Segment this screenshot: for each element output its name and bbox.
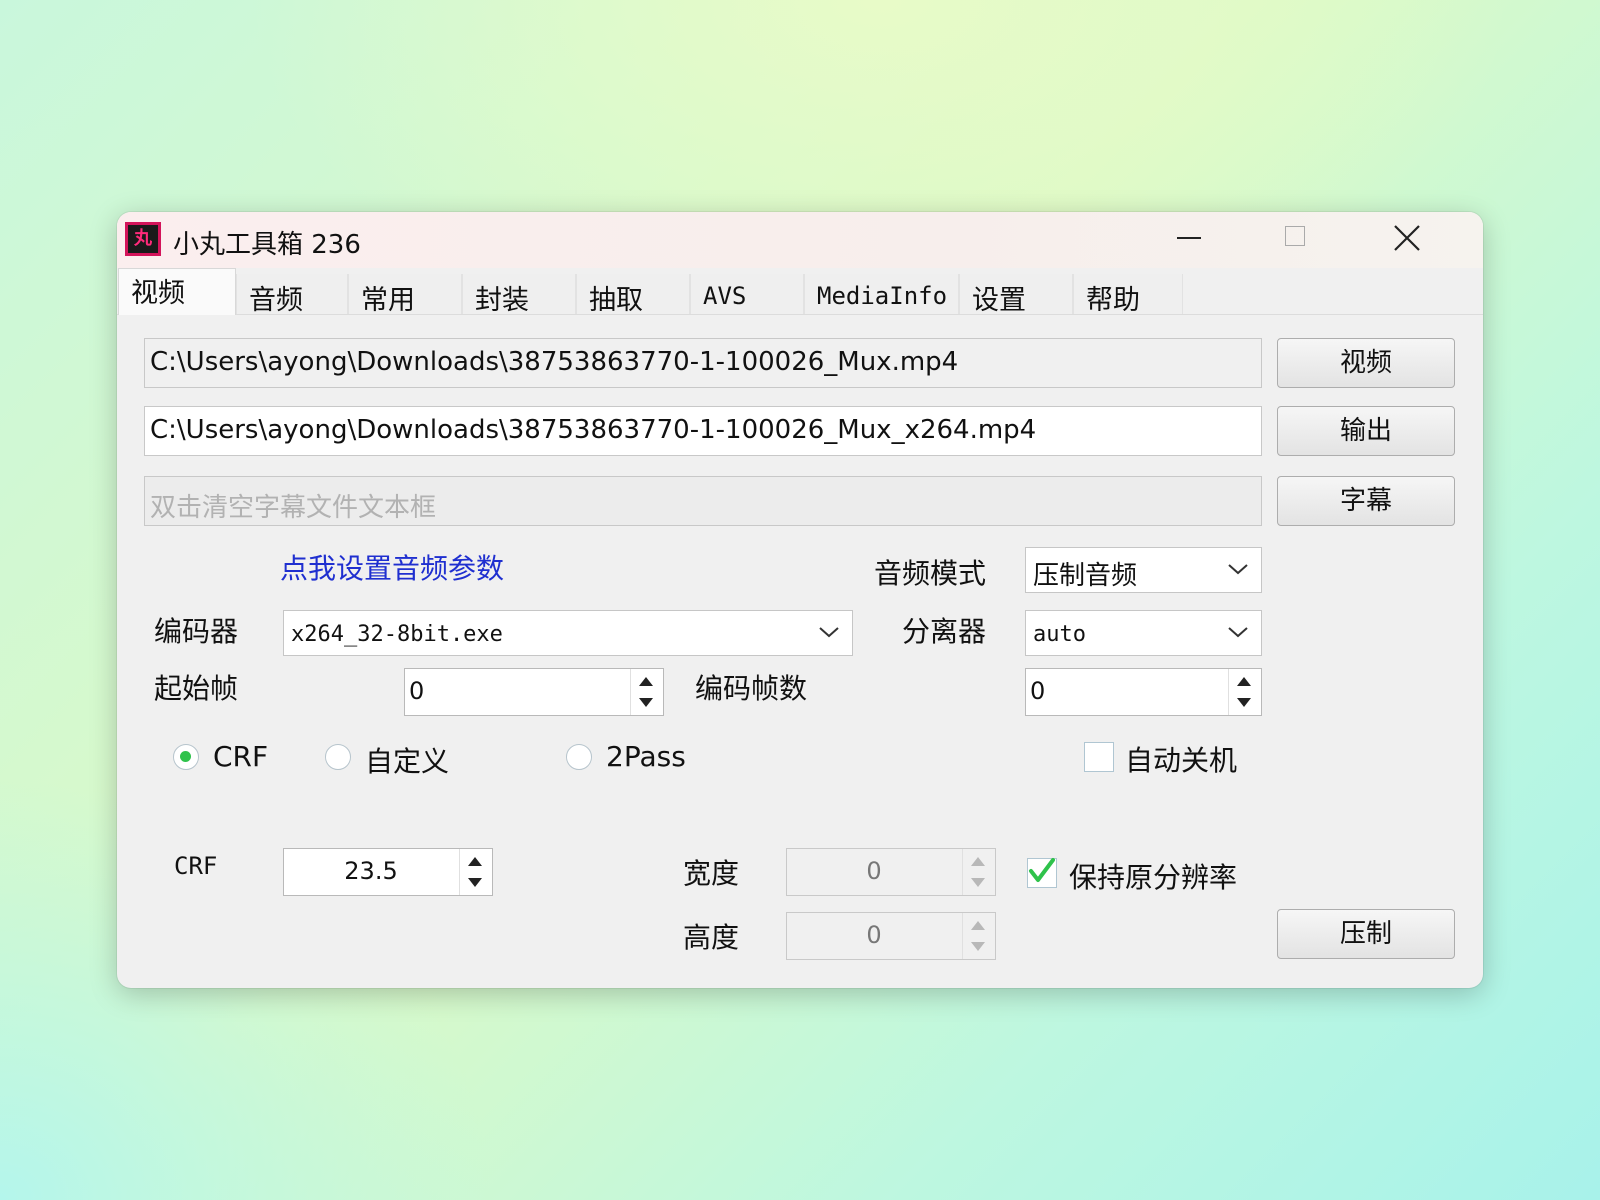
tab-audio[interactable]: 音频 <box>236 274 348 316</box>
height-label: 高度 <box>683 921 740 954</box>
tab-avs[interactable]: AVS <box>690 274 804 314</box>
auto-shutdown-checkbox[interactable] <box>1084 742 1114 772</box>
chevron-down-icon <box>819 627 839 638</box>
start-frame-label: 起始帧 <box>154 672 239 705</box>
height-value: 0 <box>866 921 882 949</box>
crf-label: CRF <box>174 852 218 880</box>
audio-mode-select[interactable]: 压制音频 <box>1025 547 1262 593</box>
video-path-field[interactable]: C:\Users\ayong\Downloads\38753863770-1-1… <box>144 338 1262 388</box>
crf-spinner[interactable]: 23.5 <box>283 848 493 896</box>
spin-up-icon[interactable] <box>468 857 482 866</box>
spin-down-icon[interactable] <box>468 878 482 887</box>
encode-button[interactable]: 压制 <box>1277 909 1455 959</box>
demuxer-label: 分离器 <box>902 615 987 648</box>
tab-help[interactable]: 帮助 <box>1073 274 1183 316</box>
tab-mux[interactable]: 封装 <box>462 274 576 316</box>
keep-resolution-label[interactable]: 保持原分辨率 <box>1069 856 1237 896</box>
app-logo-icon: 丸 <box>125 222 161 256</box>
audio-mode-label: 音频模式 <box>874 557 987 590</box>
spin-up-icon[interactable] <box>1237 677 1251 686</box>
tab-extract[interactable]: 抽取 <box>576 274 690 316</box>
output-button[interactable]: 输出 <box>1277 406 1455 456</box>
checkmark-icon <box>1029 858 1055 882</box>
subtitle-button[interactable]: 字幕 <box>1277 476 1455 526</box>
frame-count-label: 编码帧数 <box>695 672 808 705</box>
tab-mediainfo[interactable]: MediaInfo <box>804 274 959 314</box>
keep-resolution-checkbox[interactable] <box>1027 858 1057 888</box>
height-spinner[interactable]: 0 <box>786 912 996 960</box>
audio-mode-value: 压制音频 <box>1033 561 1138 591</box>
demuxer-value: auto <box>1033 622 1086 647</box>
tab-common[interactable]: 常用 <box>348 274 462 316</box>
encoder-select[interactable]: x264_32-8bit.exe <box>283 610 853 656</box>
frame-count-spinner[interactable]: 0 <box>1025 668 1262 716</box>
minimize-button[interactable] <box>1149 212 1229 262</box>
crf-radio[interactable] <box>173 744 199 770</box>
2pass-radio[interactable] <box>566 744 592 770</box>
custom-radio[interactable] <box>325 744 351 770</box>
close-icon <box>1394 225 1420 251</box>
start-frame-spinner[interactable]: 0 <box>404 668 664 716</box>
title-bar: 丸 小丸工具箱 236 <box>117 212 1483 268</box>
spin-up-icon[interactable] <box>971 921 985 930</box>
spin-down-icon[interactable] <box>971 942 985 951</box>
width-label: 宽度 <box>683 857 740 890</box>
demuxer-select[interactable]: auto <box>1025 610 1262 656</box>
frame-count-value: 0 <box>1030 677 1046 705</box>
custom-radio-label[interactable]: 自定义 <box>365 740 449 780</box>
chevron-down-icon <box>1228 564 1248 575</box>
auto-shutdown-label[interactable]: 自动关机 <box>1125 739 1237 779</box>
output-path-field[interactable]: C:\Users\ayong\Downloads\38753863770-1-1… <box>144 406 1262 456</box>
tab-video[interactable]: 视频 <box>118 268 236 315</box>
app-window: 丸 小丸工具箱 236 视频 音频 常用 封装 抽取 AVS MediaInfo… <box>117 212 1483 988</box>
audio-settings-link[interactable]: 点我设置音频参数 <box>280 547 504 587</box>
chevron-down-icon <box>1228 627 1248 638</box>
width-spinner[interactable]: 0 <box>786 848 996 896</box>
start-frame-value: 0 <box>409 677 425 705</box>
window-title: 小丸工具箱 236 <box>173 230 361 260</box>
spin-down-icon[interactable] <box>639 698 653 707</box>
video-button[interactable]: 视频 <box>1277 338 1455 388</box>
encoder-label: 编码器 <box>154 615 239 648</box>
crf-value: 23.5 <box>344 857 398 885</box>
tab-settings[interactable]: 设置 <box>959 274 1073 316</box>
spin-up-icon[interactable] <box>971 857 985 866</box>
subtitle-path-field[interactable]: 双击清空字幕文件文本框 <box>144 476 1262 526</box>
crf-radio-label[interactable]: CRF <box>213 740 268 773</box>
width-value: 0 <box>866 857 882 885</box>
spin-up-icon[interactable] <box>639 677 653 686</box>
maximize-button[interactable] <box>1257 212 1337 262</box>
encoder-value: x264_32-8bit.exe <box>291 622 503 647</box>
spin-down-icon[interactable] <box>1237 698 1251 707</box>
spin-down-icon[interactable] <box>971 878 985 887</box>
tab-bar: 视频 音频 常用 封装 抽取 AVS MediaInfo 设置 帮助 <box>117 268 1483 316</box>
2pass-radio-label[interactable]: 2Pass <box>606 740 686 773</box>
close-button[interactable] <box>1367 212 1447 262</box>
